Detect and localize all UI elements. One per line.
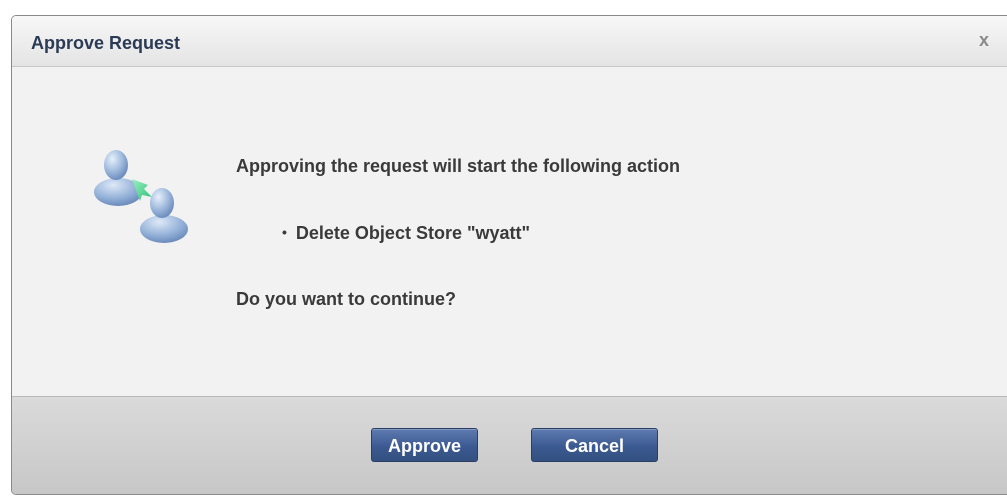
confirmation-message: Approving the request will start the fol… — [236, 156, 681, 176]
approve-button[interactable]: Approve — [371, 428, 478, 462]
dialog-title: Approve Request — [31, 33, 181, 53]
approve-request-dialog: Approve Request x Approving the request … — [11, 15, 1007, 495]
action-list: Delete Object Store "wyatt" — [282, 223, 530, 244]
dialog-titlebar: Approve Request x — [12, 16, 1007, 67]
dialog-footer: Approve Cancel — [12, 396, 1007, 494]
users-transfer-icon — [94, 150, 188, 243]
dialog-content: Approving the request will start the fol… — [12, 67, 1007, 396]
cancel-button[interactable]: Cancel — [531, 428, 658, 462]
close-icon[interactable]: x — [979, 30, 989, 51]
continue-question: Do you want to continue? — [236, 289, 456, 309]
list-item: Delete Object Store "wyatt" — [282, 223, 530, 244]
